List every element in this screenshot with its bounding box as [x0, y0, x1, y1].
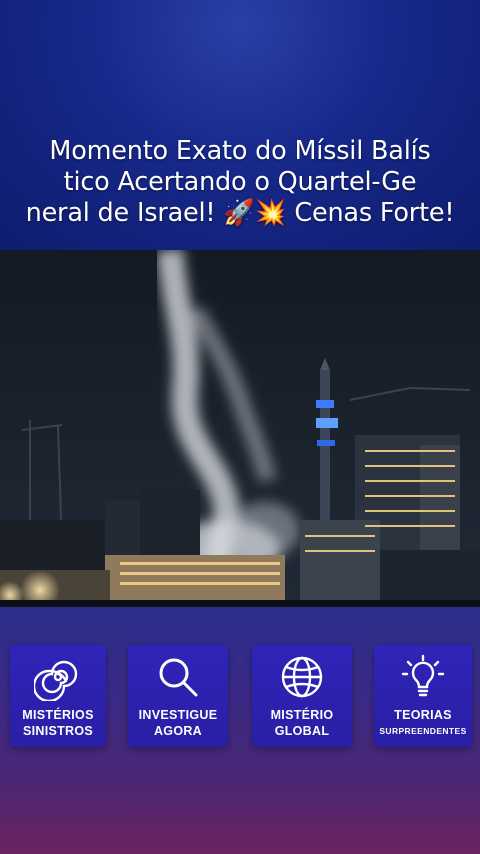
card-label-line1: MISTÉRIOS — [22, 708, 94, 722]
video-frame[interactable] — [0, 250, 480, 607]
card-label-line2: SURPREENDENTES — [379, 726, 467, 736]
video-scene — [0, 250, 480, 607]
card-misterio-global[interactable]: MISTÉRIO GLOBAL — [252, 645, 352, 747]
card-label-line1: TEORIAS — [394, 708, 452, 722]
title-banner: Momento Exato do Míssil Balís tico Acert… — [0, 0, 480, 250]
card-misterios-sinistros[interactable]: MISTÉRIOS SINISTROS — [10, 645, 106, 747]
lightbulb-icon — [374, 653, 472, 701]
post-title: Momento Exato do Míssil Balís tico Acert… — [25, 136, 455, 228]
card-label-line2: AGORA — [153, 724, 203, 738]
card-label-line2: GLOBAL — [274, 724, 330, 738]
magnifier-icon — [128, 653, 228, 701]
card-teorias-surpreendentes[interactable]: TEORIAS SURPREENDENTES — [374, 645, 472, 747]
category-cards: MISTÉRIOS SINISTROS INVESTIGUE AGORA MIS… — [8, 645, 474, 747]
card-investigue-agora[interactable]: INVESTIGUE AGORA — [128, 645, 228, 747]
card-label-line2: SINISTROS — [22, 724, 94, 738]
card-label-line1: MISTÉRIO — [270, 708, 334, 722]
card-label-line1: INVESTIGUE — [138, 708, 218, 722]
globe-icon — [252, 653, 352, 701]
spiral-icon — [10, 653, 106, 701]
